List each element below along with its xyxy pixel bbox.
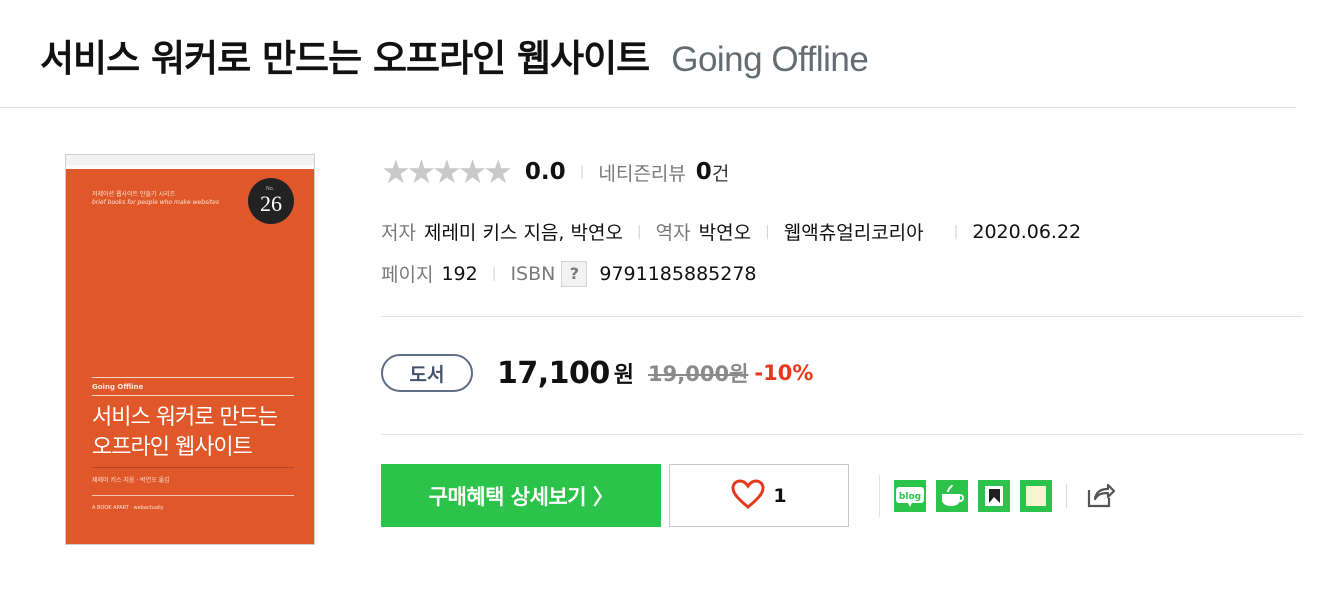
divider: |: [579, 164, 585, 180]
cover-divider: [92, 467, 294, 468]
isbn-label: ISBN: [510, 262, 556, 285]
cover-title-line: 서비스 워커로 만드는: [92, 405, 278, 430]
cover-title-line: 오프라인 웹사이트: [92, 435, 253, 460]
page-header: 서비스 워커로 만드는 오프라인 웹사이트 Going Offline: [40, 28, 869, 80]
original-price: 19,000원: [648, 362, 749, 386]
divider: |: [953, 223, 959, 240]
author-label: 저자: [381, 222, 416, 244]
pages-label: 페이지: [381, 264, 434, 286]
translator-link[interactable]: 박연오: [699, 218, 751, 245]
book-cover-image[interactable]: 저레이션 웹사이트 만들기 시리즈 brief books for people…: [66, 155, 314, 544]
cafe-icon[interactable]: [936, 479, 968, 512]
cover-series-text-en: brief books for people who make websites: [92, 199, 219, 206]
cover-title: 서비스 워커로 만드는 오프라인 웹사이트: [92, 403, 278, 463]
isbn-help-icon[interactable]: ?: [561, 260, 588, 287]
share-icon: [1083, 478, 1117, 514]
review-label: 네티즌리뷰: [598, 162, 686, 185]
currency-unit: 원: [613, 363, 635, 388]
cover-top-edge: [66, 155, 314, 165]
book-title-en: Going Offline: [671, 40, 869, 79]
divider: [879, 474, 880, 517]
cover-series-no-label: No.: [266, 186, 275, 192]
like-count: 1: [773, 484, 787, 507]
price-row: 도서 17,100 원 19,000원 -10%: [381, 354, 813, 392]
band-icon[interactable]: [978, 479, 1010, 512]
page-isbn-row: 페이지 192 | ISBN ? 9791185885278: [381, 260, 757, 287]
sale-price: 17,100: [497, 355, 610, 391]
heart-icon: [731, 478, 765, 513]
blog-icon[interactable]: blog: [894, 479, 926, 512]
cover-series-number-text: 26: [260, 191, 282, 216]
cover-series-number: 26: [248, 178, 294, 224]
format-badge: 도서: [381, 354, 473, 392]
discount-rate: -10%: [754, 361, 814, 385]
divider: |: [636, 223, 642, 240]
header-divider: [0, 107, 1296, 108]
cover-page-edge: [66, 165, 314, 169]
cover-divider: [92, 377, 294, 378]
author-link[interactable]: 제레미 키스 지음, 박연오: [424, 218, 623, 245]
purchase-benefit-button[interactable]: 구매혜택 상세보기 〉: [381, 464, 661, 527]
share-button[interactable]: [1083, 478, 1117, 514]
author-row: 저자 제레미 키스 지음, 박연오 | 역자 박연오 | 웹액츄얼리코리아 | …: [381, 218, 1081, 245]
section-divider: [381, 434, 1303, 435]
book-title: 서비스 워커로 만드는 오프라인 웹사이트: [40, 37, 650, 80]
cover-english-title: Going Offline: [92, 383, 144, 391]
review-count[interactable]: 0: [696, 159, 712, 185]
pages-value: 192: [441, 262, 478, 285]
cover-series-text: 저레이션 웹사이트 만들기 시리즈: [92, 191, 176, 198]
action-row: 구매혜택 상세보기 〉 1 blog: [381, 464, 1117, 527]
review-unit: 건: [711, 162, 730, 185]
divider: |: [765, 223, 770, 240]
publish-date: 2020.06.22: [972, 220, 1082, 243]
section-divider: [381, 316, 1303, 317]
cover-divider: [92, 395, 294, 396]
cover-publisher: A BOOK APART · webactually: [92, 505, 164, 511]
like-button[interactable]: 1: [669, 464, 849, 527]
divider: |: [491, 265, 497, 282]
memo-icon[interactable]: [1020, 479, 1052, 512]
rating-row: ★★★★★ 0.0 | 네티즌리뷰 0 건: [381, 152, 730, 191]
translator-label: 역자: [655, 222, 691, 244]
star-rating-icon: ★★★★★: [381, 152, 513, 191]
cover-authors: 제레미 키스 지음 · 박연오 옮김: [92, 477, 170, 484]
divider: [1066, 483, 1067, 508]
rating-score: 0.0: [524, 159, 566, 185]
publisher-link[interactable]: 웹액츄얼리코리아: [784, 218, 924, 245]
isbn-value: 9791185885278: [599, 262, 757, 285]
svg-text:blog: blog: [899, 492, 921, 502]
cover-divider: [92, 495, 294, 496]
